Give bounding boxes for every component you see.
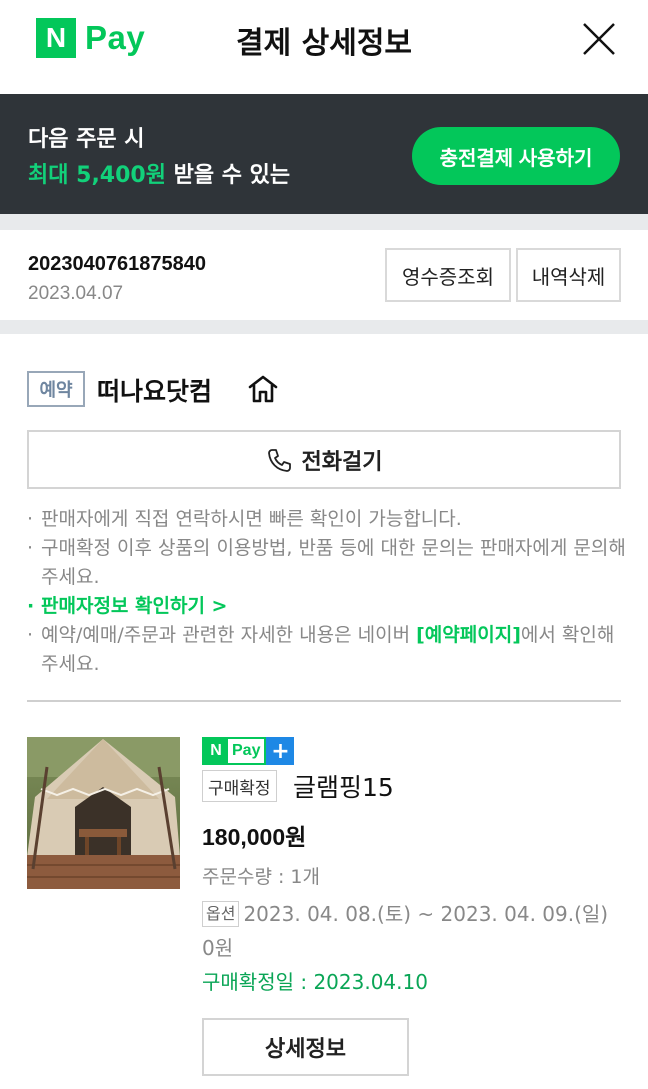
order-quantity: 주문수량 : 1개: [202, 866, 320, 888]
receipt-button[interactable]: 영수증조회: [385, 248, 511, 302]
npay-badge-pay: Pay: [232, 742, 261, 759]
product-option: 옵션 2023. 04. 08.(토) ~ 2023. 04. 09.(일) 0원: [202, 897, 612, 965]
section-divider: [0, 320, 648, 334]
header: N Pay 결제 상세정보: [0, 0, 648, 94]
delete-history-button[interactable]: 내역삭제: [516, 248, 621, 302]
promo-line1: 다음 주문 시: [28, 127, 145, 152]
close-button[interactable]: [580, 20, 618, 58]
notice-item: 예약/예매/주문과 관련한 자세한 내용은 네이버 [예약페이지]에서 확인해주…: [27, 621, 627, 679]
order-date: 2023.04.07: [28, 283, 124, 304]
promo-banner: 다음 주문 시 최대 5,400원 받을 수 있는 충전결제 사용하기: [0, 94, 648, 214]
npay-badge-n: N: [204, 739, 228, 763]
product-thumbnail[interactable]: [27, 737, 180, 889]
call-button-label: 전화걸기: [301, 449, 383, 475]
promo-line2-rest: 받을 수 있는: [165, 163, 291, 188]
home-icon[interactable]: [246, 373, 280, 405]
seller-info-link[interactable]: 판매자정보 확인하기 >: [27, 592, 627, 621]
promo-highlight: 최대 5,400원: [28, 163, 166, 188]
promo-line2: 최대 5,400원 받을 수 있는: [28, 157, 290, 189]
charge-pay-button[interactable]: 충전결제 사용하기: [412, 127, 620, 185]
close-icon: [583, 23, 615, 55]
section-divider: [0, 214, 648, 230]
plus-icon: +: [266, 737, 295, 765]
purchase-confirm-date: 구매확정일 : 2023.04.10: [202, 970, 428, 994]
notice-list: 판매자에게 직접 연락하시면 빠른 확인이 가능합니다. 구매확정 이후 상품의…: [27, 505, 627, 679]
reservation-page-link[interactable]: [예약페이지]: [416, 624, 521, 646]
npay-plus-badge: N Pay +: [202, 737, 295, 765]
seller-name[interactable]: 떠나요닷컴: [97, 372, 212, 408]
product-name[interactable]: 글램핑15: [293, 768, 394, 804]
detail-info-button[interactable]: 상세정보: [202, 1018, 409, 1076]
option-text: 2023. 04. 08.(토) ~ 2023. 04. 09.(일) 0원: [202, 902, 609, 960]
order-number: 2023040761875840: [28, 253, 206, 275]
notice-text: 예약/예매/주문과 관련한 자세한 내용은 네이버: [41, 624, 417, 646]
notice-item: 판매자에게 직접 연락하시면 빠른 확인이 가능합니다.: [27, 505, 627, 534]
divider: [27, 700, 621, 702]
reservation-badge: 예약: [27, 371, 85, 407]
product-price: 180,000원: [202, 824, 307, 850]
call-button[interactable]: 전화걸기: [27, 430, 621, 489]
option-badge: 옵션: [202, 901, 240, 927]
purchase-confirmed-badge: 구매확정: [202, 770, 277, 802]
notice-item: 구매확정 이후 상품의 이용방법, 반품 등에 대한 문의는 판매자에게 문의해…: [27, 534, 627, 592]
npay-badge: N Pay: [202, 737, 267, 765]
page-title: 결제 상세정보: [235, 26, 413, 61]
phone-icon: [267, 448, 291, 472]
